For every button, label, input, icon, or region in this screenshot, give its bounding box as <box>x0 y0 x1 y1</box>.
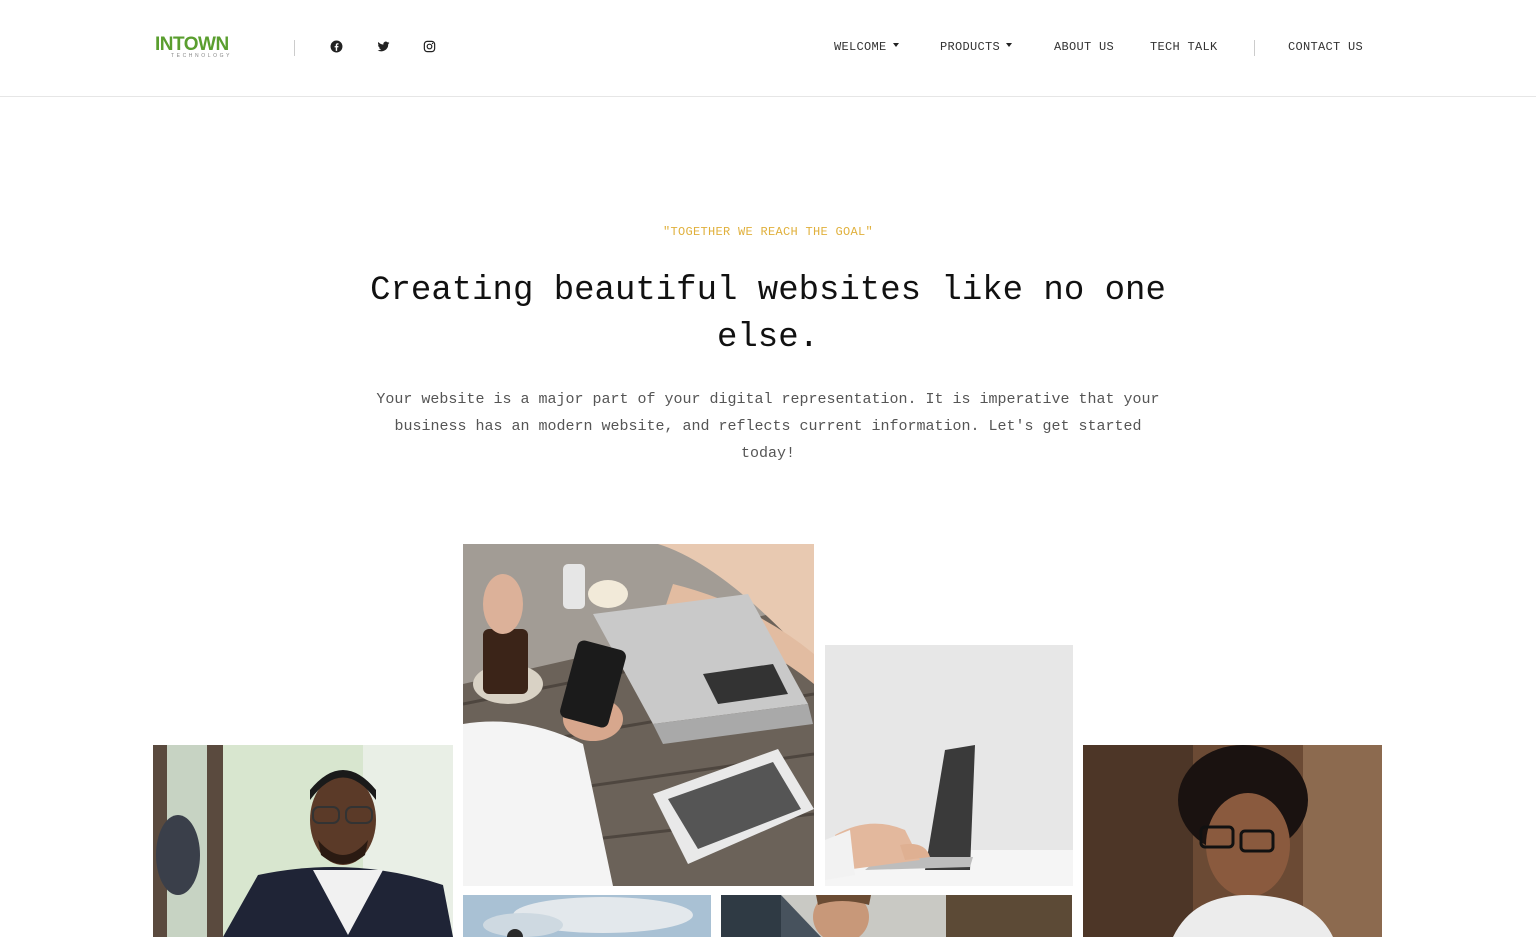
photo-man-smiling <box>721 895 1072 937</box>
hero-tagline: "TOGETHER WE REACH THE GOAL" <box>662 225 874 239</box>
chevron-down-icon <box>1006 43 1013 47</box>
twitter-icon[interactable] <box>376 39 390 53</box>
photo-woman-glasses <box>1083 745 1382 937</box>
facebook-icon[interactable] <box>329 39 343 53</box>
nav-welcome-label: WELCOME <box>834 40 887 54</box>
nav-products[interactable]: PRODUCTS <box>940 40 1013 54</box>
hero-headline: Creating beautiful websites like no one … <box>370 272 1166 357</box>
nav-tech-talk[interactable]: TECH TALK <box>1150 40 1218 54</box>
nav-contact-us[interactable]: CONTACT US <box>1288 40 1363 54</box>
logo[interactable]: INTOWN TECHNOLOGY <box>155 34 261 62</box>
nav-about-us[interactable]: ABOUT US <box>1054 40 1114 54</box>
header-divider <box>294 40 295 56</box>
chevron-down-icon <box>892 43 899 47</box>
nav-divider <box>1254 40 1255 56</box>
logo-subtext: TECHNOLOGY <box>171 53 233 59</box>
photo-laptop-typing <box>825 645 1073 886</box>
site-header: INTOWN TECHNOLOGY WELCOME PRODUCTS ABOUT… <box>0 0 1536 97</box>
photo-businessman <box>153 745 453 937</box>
photo-sky <box>463 895 711 937</box>
nav-welcome[interactable]: WELCOME <box>834 40 899 54</box>
photo-cafe-laptop-phone <box>463 544 814 886</box>
instagram-icon[interactable] <box>422 39 436 53</box>
nav-products-label: PRODUCTS <box>940 40 1001 54</box>
hero-lead: Your website is a major part of your dig… <box>376 391 1160 462</box>
